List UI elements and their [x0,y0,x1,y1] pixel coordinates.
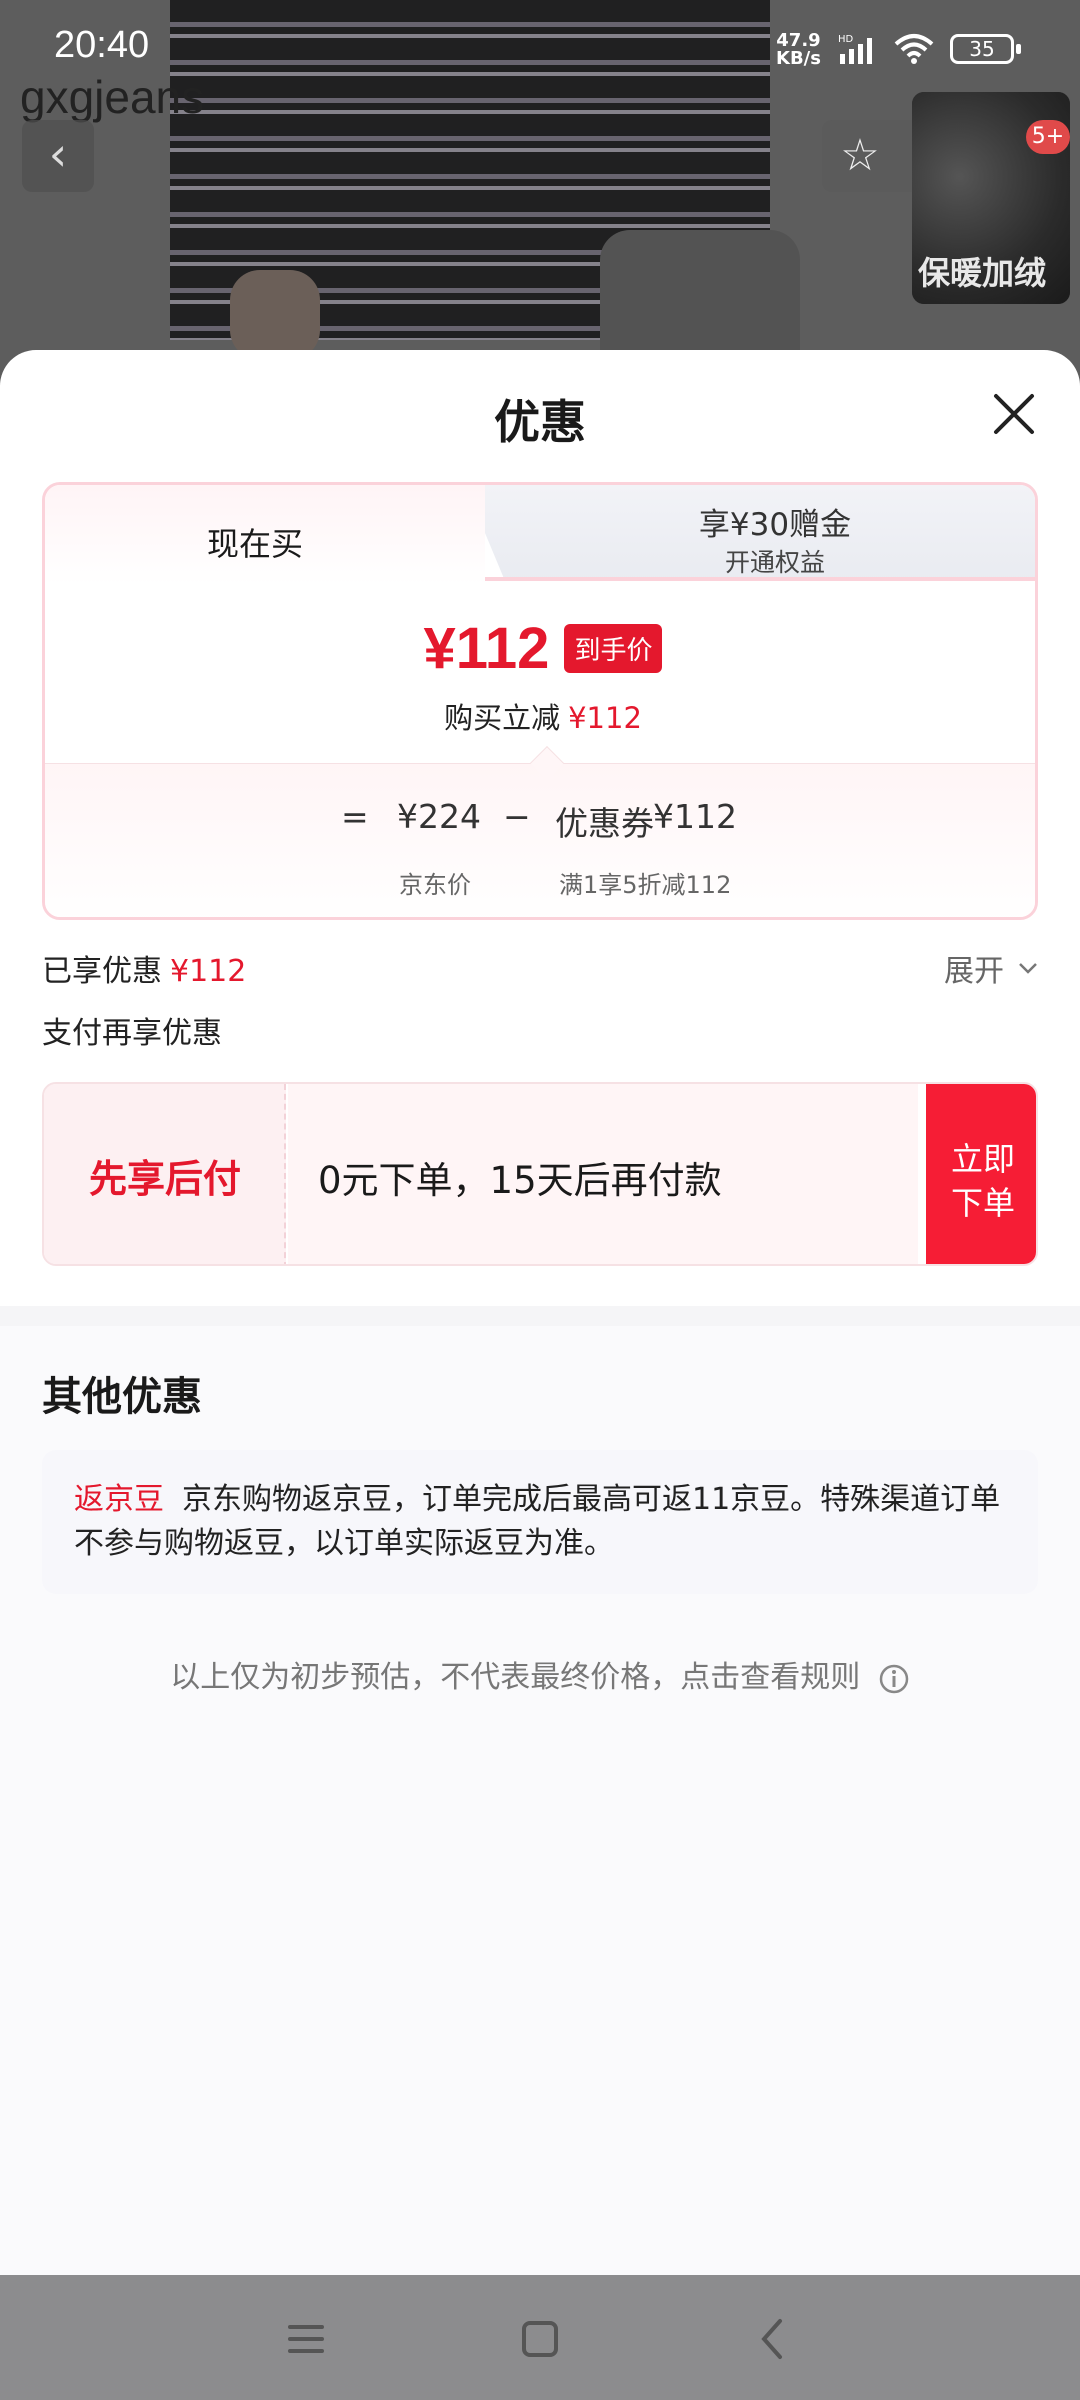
close-icon[interactable] [982,382,1046,446]
nav-back-icon[interactable] [746,2311,802,2367]
final-price-tag: 到手价 [564,624,663,673]
enjoyed-value: ¥112 [170,954,247,989]
tab-buy-now[interactable]: 现在买 [45,485,485,585]
pay-section-title: 支付再享优惠 [42,1016,222,1051]
jd-beans-offer: 返京豆 京东购物返京豆，订单完成后最高可返11京豆。特殊渠道订单不参与购物返豆，以… [42,1450,1038,1594]
tab-buy-now-label: 现在买 [206,525,303,563]
jd-price-caption: 京东价 [399,871,471,899]
pay-later-badge: 先享后付 [44,1084,286,1264]
jd-beans-tag: 返京豆 [74,1482,164,1517]
battery-icon: 35 [950,34,1021,64]
final-price-row: ¥112 到手价 [45,615,1035,685]
status-time: 20:40 [54,24,150,66]
discount-row: 购买立减 ¥112 [45,695,1035,737]
order-now-button[interactable]: 立即 下单 [926,1084,1036,1264]
tab-bonus-sublabel: 开通权益 [724,548,825,577]
expand-button[interactable]: 展开 [944,946,1004,990]
pay-later-text: 0元下单，15天后再付款 [318,1159,722,1202]
menu-icon[interactable] [278,2311,334,2367]
final-price: ¥112 [423,616,550,681]
back-icon[interactable]: ‹ [22,120,94,192]
rules-note-text: 以上仅为初步预估，不代表最终价格，点击查看规则 [170,1660,861,1695]
pay-later-card[interactable]: 先享后付 0元下单，15天后再付款 立即 下单 [42,1082,1038,1266]
pay-later-description: 0元下单，15天后再付款 [288,1084,918,1264]
info-icon[interactable] [878,1663,910,1695]
net-speed: 47.9 KB/s [776,30,821,69]
home-icon[interactable] [512,2311,568,2367]
other-offers-title: 其他优惠 [42,1374,202,1420]
enjoyed-label: 已享优惠 [42,954,162,989]
discount-value: ¥112 [568,701,642,735]
calc-equals: = [341,797,369,836]
discount-label: 购买立减 [444,701,561,735]
star-icon[interactable]: ☆ [832,128,888,184]
thumbnail-label: 保暖加绒 [918,254,1047,292]
order-now-line2: 下单 [950,1184,1015,1222]
discount-sheet: 优惠 享¥30赠金 开通权益 现在买 ¥112 到手价 购买立减 ¥112 = ¥… [0,350,1080,2275]
price-card: 享¥30赠金 开通权益 现在买 ¥112 到手价 购买立减 ¥112 = ¥224… [42,482,1038,920]
order-now-line1: 立即 [950,1140,1015,1178]
calc-coupon-label: 优惠券 [555,804,654,843]
calc-jd-price: ¥224 [397,797,481,836]
coupon-caption: 满1享5折减112 [559,871,732,899]
jd-beans-text: 返京豆 京东购物返京豆，订单完成后最高可返11京豆。特殊渠道订单不参与购物返豆，以… [74,1478,1004,1566]
sheet-title: 优惠 [494,395,586,449]
tab-bonus[interactable]: 享¥30赠金 开通权益 [465,485,1035,581]
tab-divider [465,577,1035,581]
calc-minus: − [503,797,531,836]
wifi-icon [894,34,934,64]
calc-row: = ¥224 − 优惠券 ¥112 [45,797,1035,847]
tab-bonus-label: 享¥30赠金 [698,507,852,543]
section-divider [0,1306,1080,1326]
system-nav-bar [0,2275,1080,2400]
calc-coupon-value: ¥112 [653,797,737,836]
jd-beans-description: 京东购物返京豆，订单完成后最高可返11京豆。特殊渠道订单不参与购物返豆，以订单实… [74,1482,1001,1561]
enjoyed-discount: 已享优惠 ¥112 [42,946,246,990]
svg-text:HD: HD [838,34,854,45]
signal-icon: HD [838,34,872,64]
chevron-down-icon[interactable] [1016,956,1040,980]
pay-later-label: 先享后付 [88,1157,241,1201]
store-watermark: gxgjeans [20,71,205,123]
cart-badge: 5+ [1026,120,1070,154]
rules-note[interactable]: 以上仅为初步预估，不代表最终价格，点击查看规则 [0,1652,1080,1696]
